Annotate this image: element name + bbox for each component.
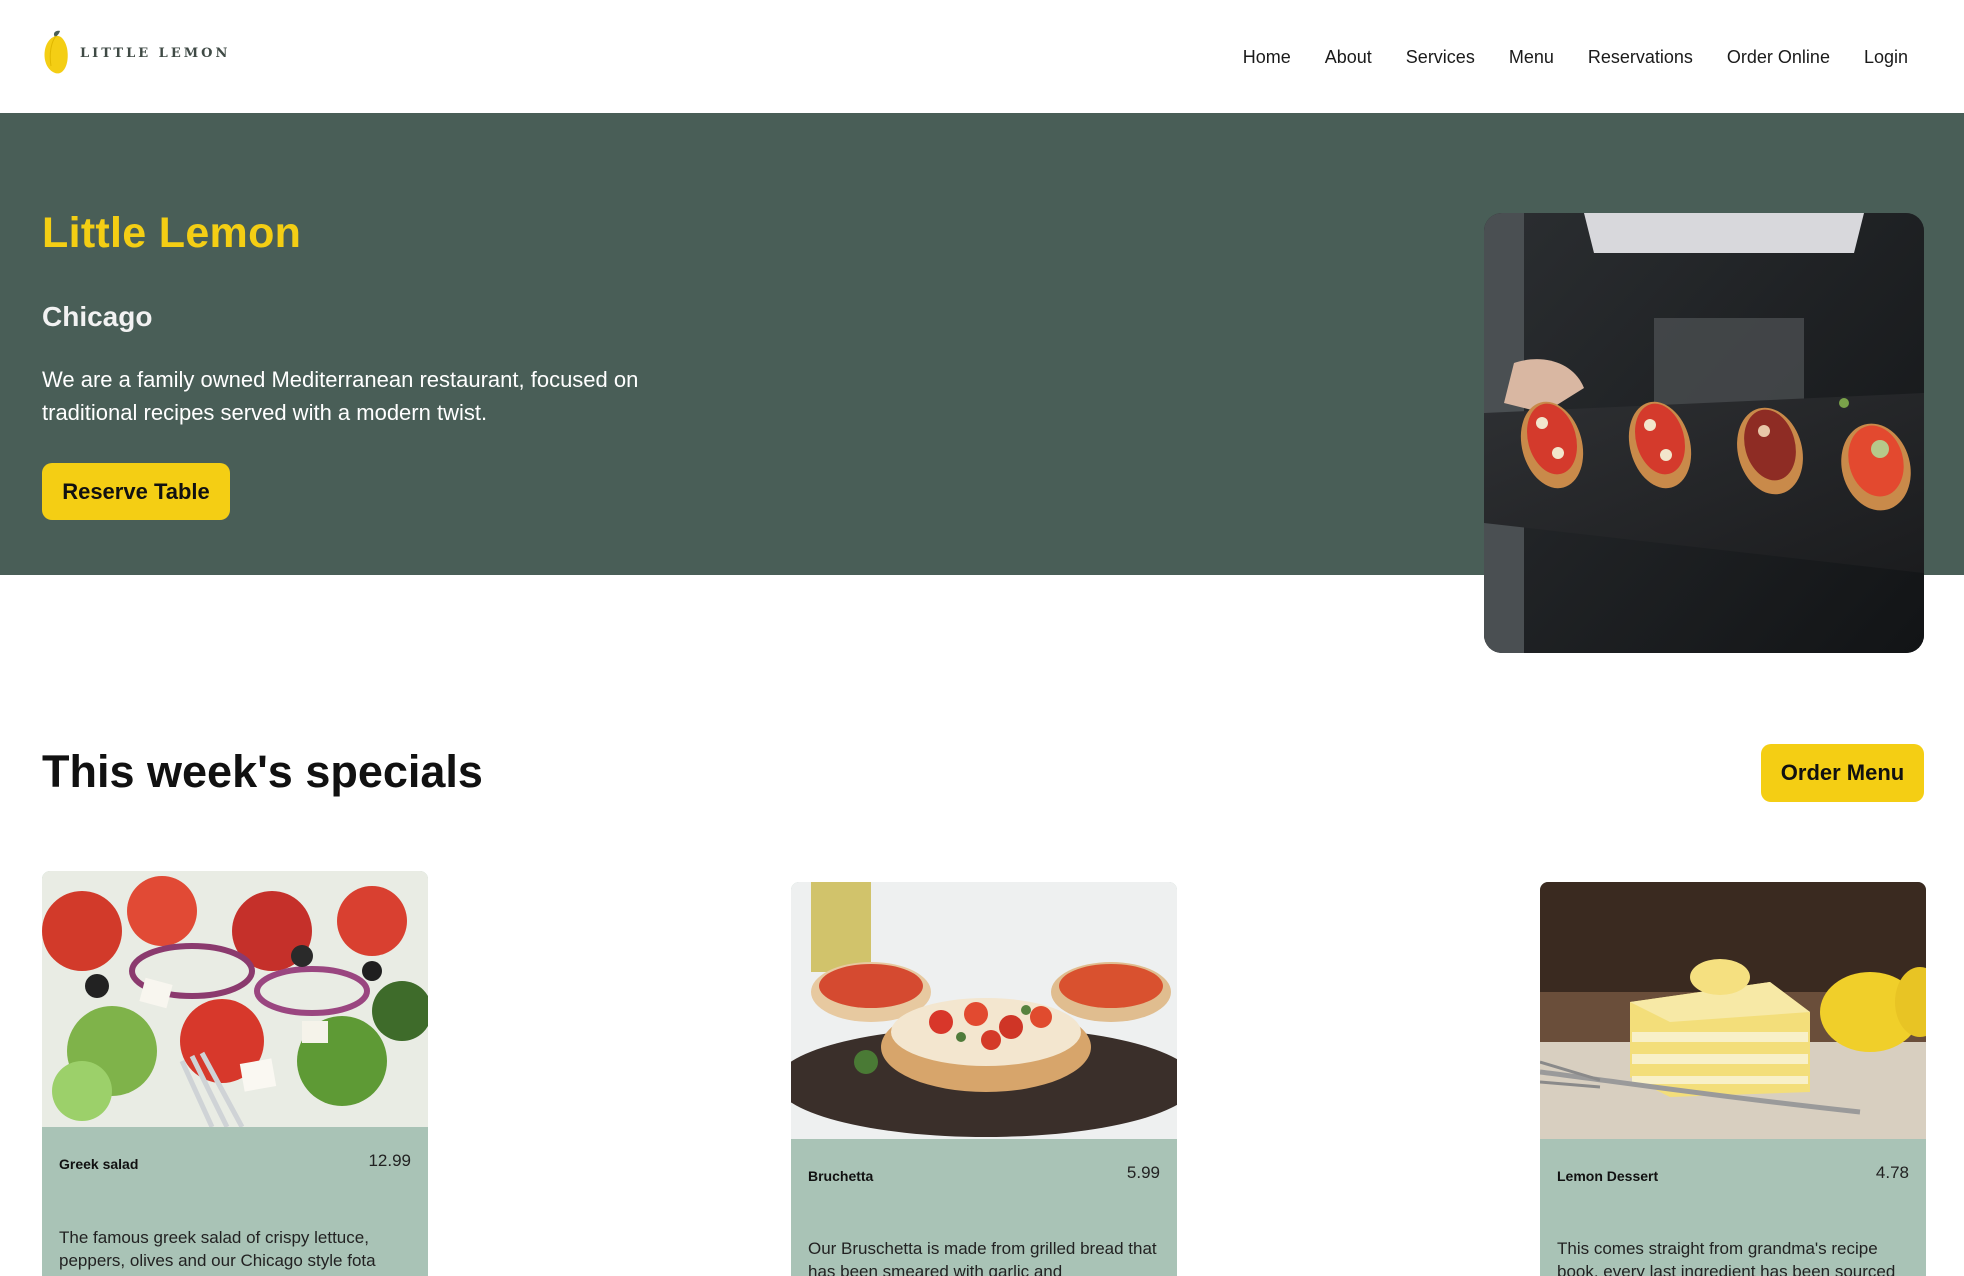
special-card-bruchetta[interactable]: Bruchetta 5.99 Our Bruschetta is made fr… [791,882,1177,1276]
special-card-lemon-dessert[interactable]: Lemon Dessert 4.78 This comes straight f… [1540,882,1926,1276]
nav-reservations[interactable]: Reservations [1588,44,1693,70]
item-name: Lemon Dessert [1557,1168,1659,1184]
nav-about[interactable]: About [1325,44,1372,70]
bruchetta-image [791,882,1177,1139]
card-meta: Bruchetta 5.99 [791,1139,1177,1219]
nav-order-online[interactable]: Order Online [1727,44,1830,70]
item-description: This comes straight from grandma's recip… [1557,1239,1896,1276]
card-meta: Lemon Dessert 4.78 [1540,1139,1926,1219]
site-header: LITTLE LEMON Home About Services Menu Re… [0,0,1964,113]
nav-login[interactable]: Login [1864,44,1908,70]
item-price: 5.99 [1126,1163,1160,1182]
hero-title: Little Lemon [42,209,302,257]
nav-services[interactable]: Services [1406,44,1475,70]
hero-image [1484,213,1924,653]
main-nav: Home About Services Menu Reservations Or… [1209,44,1908,70]
reserve-table-button[interactable]: Reserve Table [42,463,230,520]
logo-text: LITTLE LEMON [80,45,231,61]
order-menu-button[interactable]: Order Menu [1761,744,1924,802]
specials-title: This week's specials [42,746,483,797]
nav-menu[interactable]: Menu [1509,44,1554,70]
nav-home[interactable]: Home [1243,44,1291,70]
greek-salad-image [42,871,428,1127]
logo[interactable]: LITTLE LEMON [42,30,230,76]
hero-description: We are a family owned Mediterranean rest… [42,367,639,425]
item-price: 12.99 [368,1151,411,1170]
lemon-dessert-image [1540,882,1926,1139]
card-meta: Greek salad 12.99 [42,1127,428,1207]
hero-city: Chicago [42,301,153,332]
item-description: Our Bruschetta is made from grilled brea… [808,1239,1157,1276]
item-name: Bruchetta [808,1168,874,1184]
item-price: 4.78 [1875,1163,1909,1182]
item-description: The famous greek salad of crispy lettuce… [59,1228,376,1270]
lemon-logo-icon [42,30,70,76]
item-name: Greek salad [59,1156,139,1172]
special-card-greek-salad[interactable]: Greek salad 12.99 The famous greek salad… [42,871,428,1276]
